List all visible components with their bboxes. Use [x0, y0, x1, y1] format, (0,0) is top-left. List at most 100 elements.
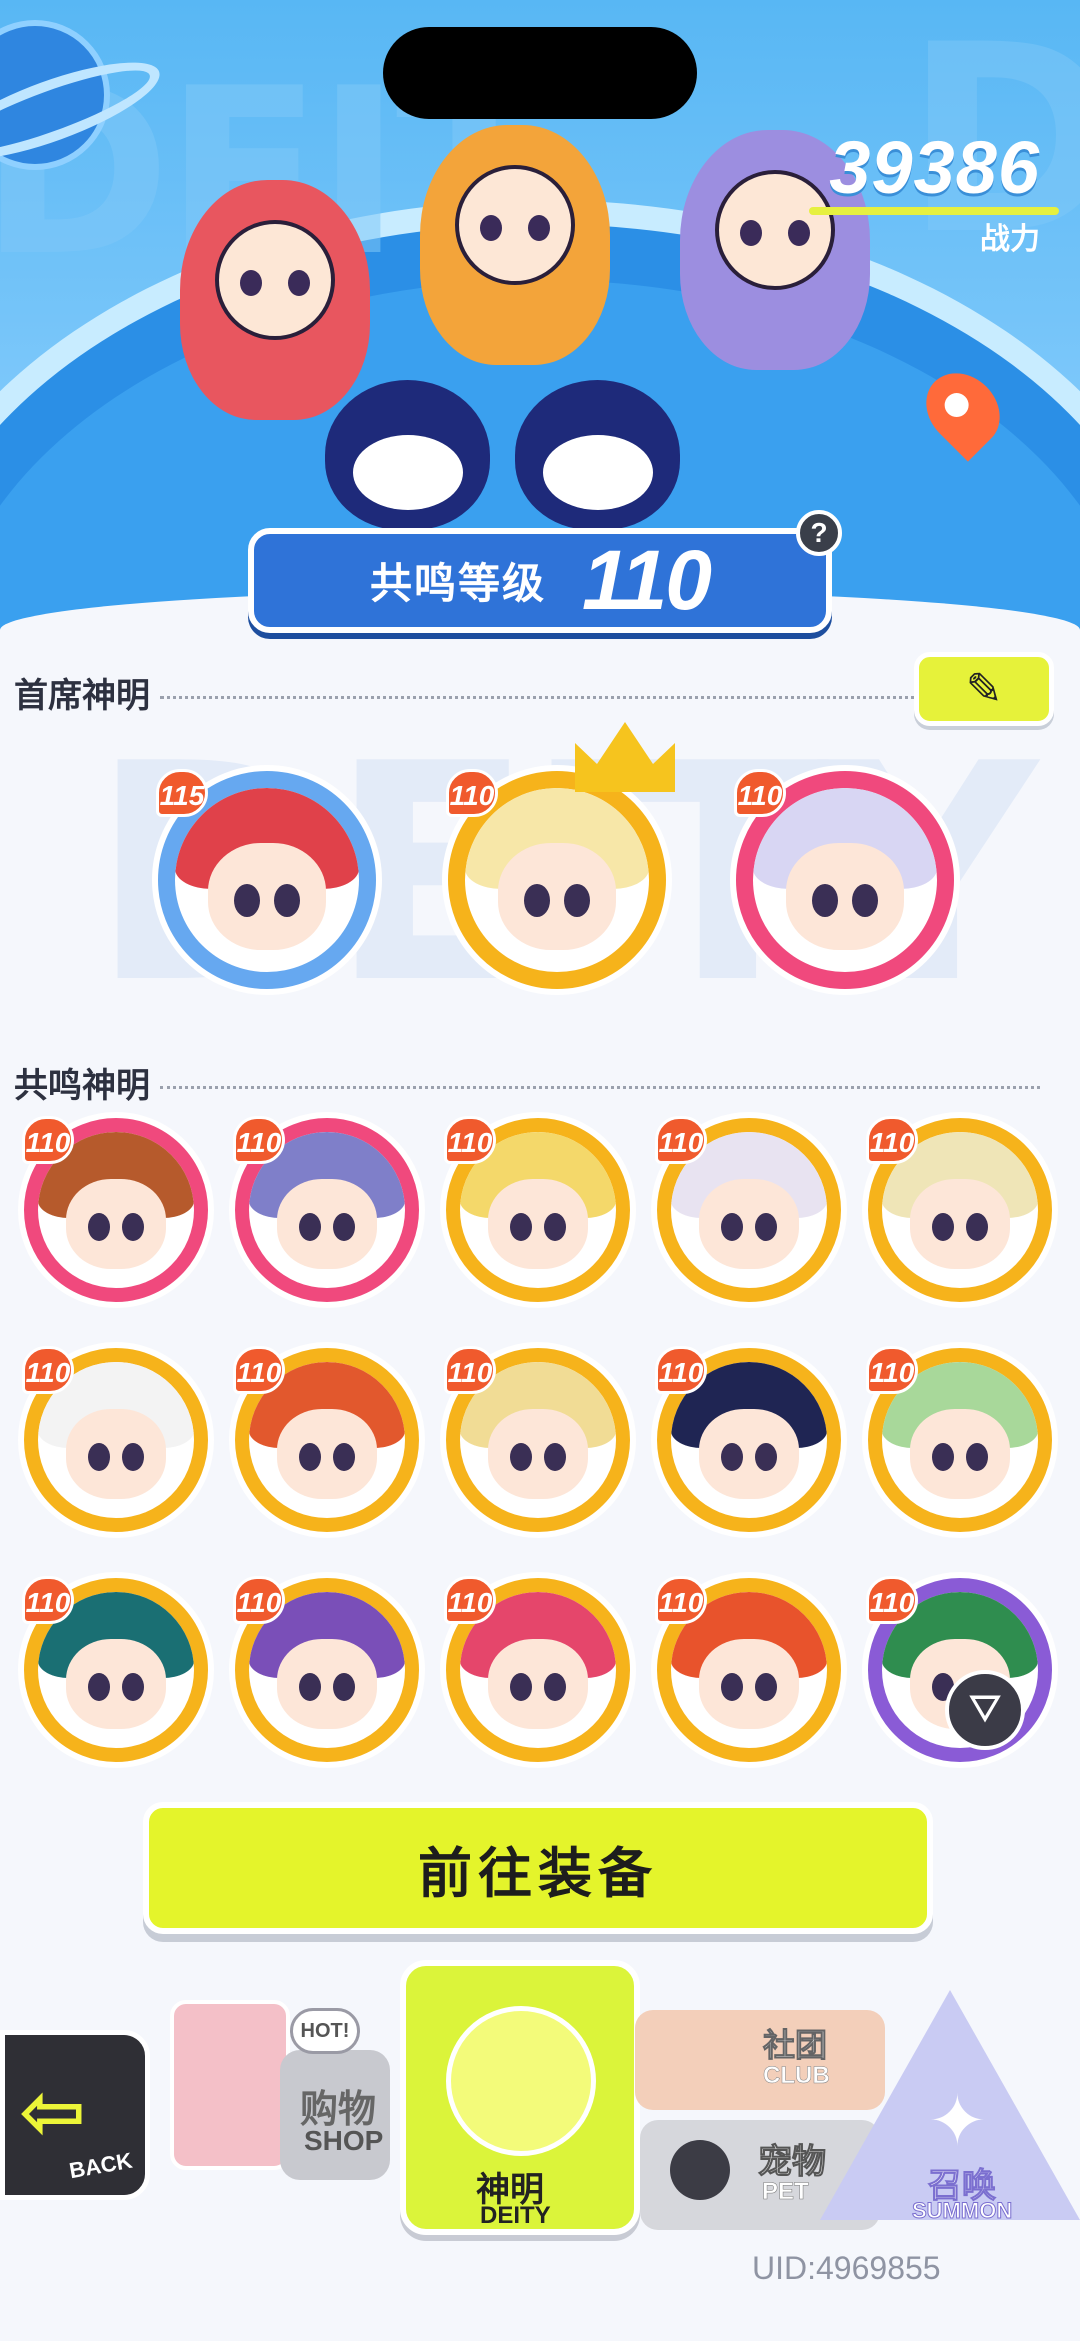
- level-badge: 110: [22, 1576, 74, 1624]
- resonance-deity-10[interactable]: 110: [862, 1342, 1058, 1538]
- resonance-deity-6[interactable]: 110: [18, 1342, 214, 1538]
- portrait-art: [175, 788, 359, 972]
- portrait-face: [277, 1178, 377, 1270]
- go-equip-button[interactable]: 前往装备: [143, 1802, 933, 1934]
- resonance-deity-header: 共鸣神明: [14, 1058, 1040, 1107]
- level-badge: 110: [655, 1116, 707, 1164]
- lock-icon: [670, 2140, 730, 2200]
- portrait-face: [786, 843, 904, 950]
- resonance-deity-11[interactable]: 110: [18, 1572, 214, 1768]
- resonance-deity-5[interactable]: 110: [862, 1112, 1058, 1308]
- resonance-deity-12[interactable]: 110: [229, 1572, 425, 1768]
- nav-deity[interactable]: 神明 DEITY: [400, 1960, 640, 2235]
- combat-power-value: 39386: [829, 126, 1040, 209]
- portrait-e1: [811, 883, 838, 917]
- character-eyes: [480, 215, 550, 241]
- portrait-e1: [931, 1213, 954, 1242]
- level-badge: 110: [655, 1346, 707, 1394]
- portrait-face: [277, 1408, 377, 1500]
- character-eyes: [740, 220, 810, 246]
- portrait-face: [208, 843, 326, 950]
- portrait-face: [498, 843, 616, 950]
- portrait-face: [488, 1408, 588, 1500]
- level-badge: 110: [734, 769, 786, 817]
- nav-deity-label-en: DEITY: [480, 2202, 551, 2229]
- chief-deity-3[interactable]: 110: [730, 765, 960, 995]
- resonance-deity-3[interactable]: 110: [440, 1112, 636, 1308]
- portrait-e1: [298, 1673, 321, 1702]
- portrait-e1: [720, 1213, 743, 1242]
- level-badge: 110: [866, 1576, 918, 1624]
- back-arrow-icon: ⇦: [19, 2067, 87, 2156]
- portrait-art: [753, 788, 937, 972]
- resonance-level-value: 110: [582, 533, 712, 627]
- portrait-face: [66, 1178, 166, 1270]
- portrait-e1: [509, 1213, 532, 1242]
- chief-deity-header: 首席神明: [14, 668, 940, 717]
- pencil-icon: ✎: [965, 664, 1003, 714]
- resonance-deity-7[interactable]: 110: [229, 1342, 425, 1538]
- nav-pet-label-en: PET: [762, 2178, 809, 2206]
- resonance-level-label: 共鸣等级: [370, 560, 547, 607]
- level-badge: 110: [444, 1346, 496, 1394]
- camera-notch: [383, 27, 697, 119]
- nav-shop-label-en: SHOP: [304, 2125, 384, 2156]
- level-badge: 110: [866, 1346, 918, 1394]
- portrait-e2: [852, 883, 879, 917]
- resonance-deity-13[interactable]: 110: [440, 1572, 636, 1768]
- nav-summon-label-en: SUMMON: [911, 2198, 1013, 2224]
- portrait-face: [699, 1638, 799, 1730]
- resonance-level-panel: 共鸣等级 110: [248, 528, 832, 633]
- chief-deity-1[interactable]: 115: [152, 765, 382, 995]
- nav-pet-label: 宠物: [758, 2143, 827, 2182]
- portrait-e1: [509, 1673, 532, 1702]
- portrait-face: [699, 1178, 799, 1270]
- resonance-deity-1[interactable]: 110: [18, 1112, 214, 1308]
- portrait-e1: [298, 1443, 321, 1472]
- resonance-deity-2[interactable]: 110: [229, 1112, 425, 1308]
- edit-team-button[interactable]: ✎: [914, 652, 1054, 726]
- chief-deity-2[interactable]: 110: [442, 765, 672, 995]
- nav-summon[interactable]: ✦ 召唤 SUMMON: [820, 1990, 1080, 2230]
- deity-screen: { "hero": { "power_value": "39386", "pow…: [0, 0, 1080, 2341]
- chief-deity-title: 首席神明: [14, 677, 150, 715]
- filter-icon[interactable]: ⛛: [945, 1670, 1025, 1750]
- resonance-deity-8[interactable]: 110: [440, 1342, 636, 1538]
- sparkle-icon: ✦: [928, 2082, 987, 2160]
- portrait-art: [465, 788, 649, 972]
- resonance-deity-14[interactable]: 110: [651, 1572, 847, 1768]
- portrait-e1: [523, 883, 550, 917]
- level-badge: 110: [444, 1116, 496, 1164]
- level-badge: 110: [22, 1346, 74, 1394]
- portrait-e1: [931, 1443, 954, 1472]
- level-badge: 110: [446, 769, 498, 817]
- portrait-face: [699, 1408, 799, 1500]
- resonance-deity-title: 共鸣神明: [14, 1067, 150, 1105]
- back-button[interactable]: ⇦ BACK: [0, 2030, 150, 2200]
- level-badge: 110: [233, 1346, 285, 1394]
- nav-club-label: 社团: [762, 2027, 828, 2064]
- level-badge: 110: [22, 1116, 74, 1164]
- level-badge: 110: [233, 1576, 285, 1624]
- crown-icon: [575, 722, 675, 792]
- portrait-face: [488, 1638, 588, 1730]
- hot-badge: HOT!: [290, 2008, 360, 2054]
- deity-mascot-icon: [446, 2006, 596, 2156]
- portrait-face: [277, 1638, 377, 1730]
- portrait-e2: [274, 883, 301, 917]
- resonance-deity-9[interactable]: 110: [651, 1342, 847, 1538]
- portrait-face: [910, 1408, 1010, 1500]
- team-character-2[interactable]: [420, 125, 610, 365]
- level-badge: 110: [655, 1576, 707, 1624]
- combat-power-label: 战力: [980, 223, 1040, 256]
- portrait-e2: [564, 883, 591, 917]
- resonance-deity-4[interactable]: 110: [651, 1112, 847, 1308]
- help-icon[interactable]: ?: [796, 510, 842, 556]
- portrait-face: [488, 1178, 588, 1270]
- portrait-e1: [720, 1443, 743, 1472]
- nav-shop[interactable]: HOT! 购物 SHOP: [160, 1990, 390, 2190]
- globe-eye-right: [515, 380, 680, 530]
- team-character-1[interactable]: [180, 180, 370, 420]
- level-badge: 110: [233, 1116, 285, 1164]
- user-id: UID:4969855: [752, 2250, 941, 2286]
